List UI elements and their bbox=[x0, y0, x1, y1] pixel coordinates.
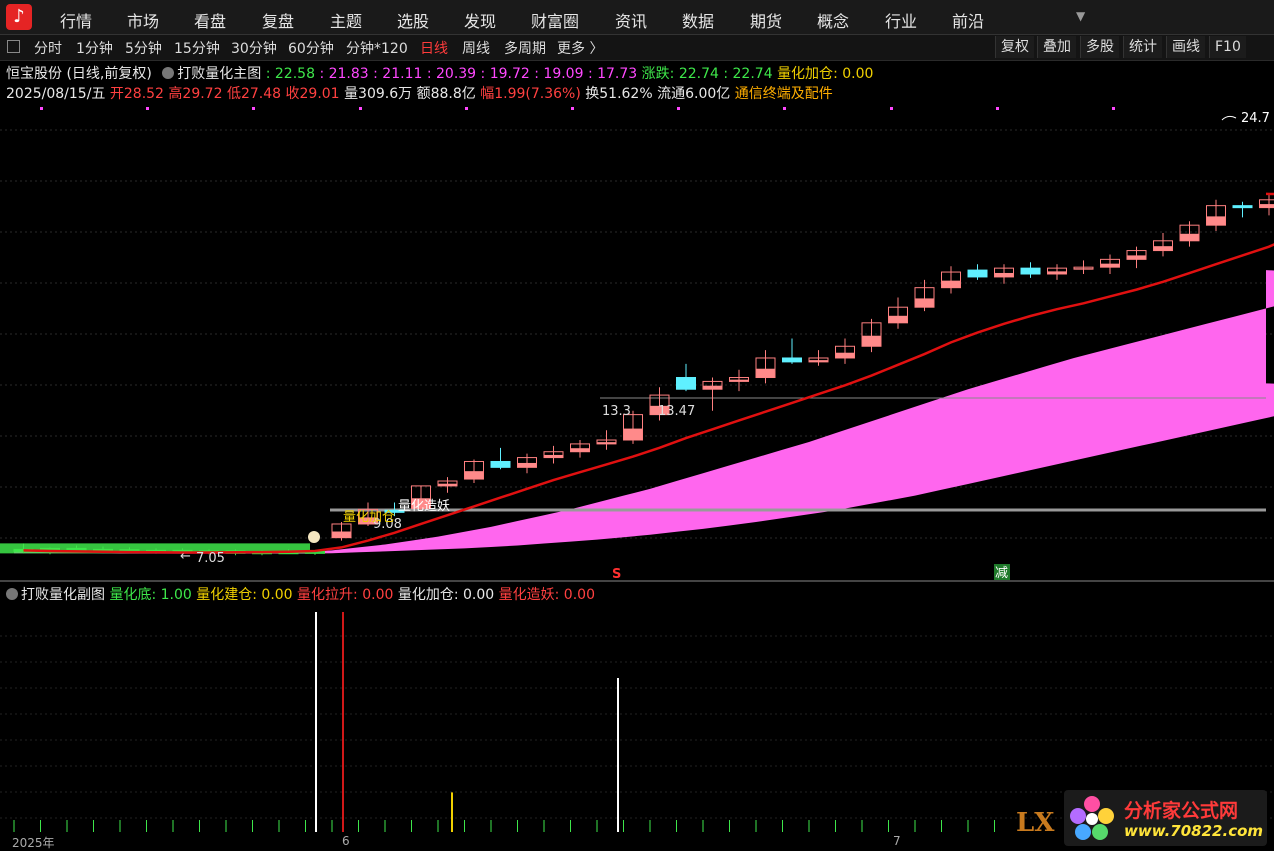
sub-item-label: 量化造妖 bbox=[499, 587, 555, 603]
candle-down bbox=[491, 461, 510, 467]
demon-tag: 量化造妖 bbox=[398, 499, 450, 514]
level-label: 13.47 bbox=[658, 404, 695, 419]
sub-indicator-line: 打败量化副图 量化底: 1.00 量化建仓: 0.00 量化拉升: 0.00 量… bbox=[6, 584, 595, 604]
candle-fill bbox=[1048, 271, 1066, 274]
sub-item-value: : 0.00 bbox=[252, 587, 292, 603]
watermark-lx-logo: LX bbox=[1016, 808, 1054, 838]
candle-fill bbox=[836, 353, 854, 358]
signal-dot bbox=[359, 107, 362, 110]
low-price-label: 7.05 bbox=[196, 551, 225, 566]
signal-dot bbox=[146, 107, 149, 110]
signal-dot bbox=[40, 107, 43, 110]
candle-fill bbox=[1075, 268, 1093, 269]
candle-down bbox=[1021, 268, 1040, 274]
high-arrow-icon bbox=[1222, 116, 1236, 120]
high-price-label: 24.7 bbox=[1241, 111, 1270, 126]
signal-dot bbox=[252, 107, 255, 110]
candle-fill bbox=[465, 471, 483, 479]
candle-fill bbox=[598, 442, 616, 444]
candle-down bbox=[968, 270, 987, 277]
candle-fill bbox=[518, 463, 536, 467]
sub-item-value: : 0.00 bbox=[353, 587, 393, 603]
settings-icon[interactable] bbox=[6, 588, 18, 600]
candle-fill bbox=[995, 273, 1013, 277]
candle-fill bbox=[916, 298, 934, 307]
entry-marker-icon bbox=[308, 531, 320, 543]
watermark-badge: 分析家公式网 www.70822.com bbox=[1064, 790, 1267, 846]
signal-dot bbox=[571, 107, 574, 110]
candle-fill bbox=[545, 455, 563, 458]
candle-fill bbox=[889, 316, 907, 323]
candle-down bbox=[1233, 206, 1252, 208]
signal-dot bbox=[465, 107, 468, 110]
signal-dot bbox=[783, 107, 786, 110]
axis-month-label: 6 bbox=[342, 834, 350, 848]
candle-fill bbox=[624, 429, 642, 440]
sub-item-label: 量化建仓 bbox=[196, 587, 252, 603]
sub-item-value: : 0.00 bbox=[454, 587, 494, 603]
signal-dot bbox=[1112, 107, 1115, 110]
signal-dot bbox=[890, 107, 893, 110]
signal-dot bbox=[677, 107, 680, 110]
candle-fill bbox=[942, 281, 960, 288]
level-label: 13.3 bbox=[602, 404, 631, 419]
candle-down bbox=[783, 358, 802, 362]
candle-fill bbox=[730, 380, 748, 382]
sub-item-value: : 1.00 bbox=[151, 587, 191, 603]
sub-item-label: 量化底 bbox=[109, 587, 151, 603]
axis-year-label: 2025年 bbox=[12, 834, 55, 851]
candle-fill bbox=[1101, 264, 1119, 268]
sub-item-value: : 0.00 bbox=[555, 587, 595, 603]
watermark-site-url: www.70822.com bbox=[1124, 822, 1263, 840]
signal-dot bbox=[996, 107, 999, 110]
candle-down bbox=[677, 378, 696, 390]
candle-fill bbox=[439, 484, 457, 486]
candle-fill bbox=[704, 386, 722, 390]
watermark-site-name: 分析家公式网 bbox=[1124, 796, 1238, 823]
flower-logo-icon bbox=[1064, 790, 1120, 846]
candle-fill bbox=[571, 448, 589, 452]
candle-fill bbox=[863, 336, 881, 347]
candle-fill bbox=[810, 360, 828, 362]
candle-fill bbox=[1154, 246, 1172, 250]
candle-fill bbox=[757, 369, 775, 378]
add-position-tag: 量化加仓 bbox=[343, 510, 395, 525]
signal-reduce-text: 减 bbox=[995, 566, 1008, 581]
axis-month-label: 7 bbox=[893, 834, 901, 848]
candle-fill bbox=[333, 532, 351, 538]
candle-fill bbox=[1207, 216, 1225, 225]
sub-indicator-name[interactable]: 打败量化副图 bbox=[21, 587, 105, 603]
low-arrow-icon: ← bbox=[180, 549, 191, 564]
sub-item-label: 量化加仓 bbox=[398, 587, 454, 603]
signal-s-marker: S bbox=[612, 567, 621, 582]
sub-item-label: 量化拉升 bbox=[297, 587, 353, 603]
candle-fill bbox=[1260, 204, 1274, 208]
candle-fill bbox=[1128, 255, 1146, 259]
main-kline-chart[interactable]: 24.7 7.05 13.3 13.47 9.08 量化加仓 量化造妖 S 减 … bbox=[0, 0, 1274, 849]
candle-fill bbox=[1181, 234, 1199, 241]
